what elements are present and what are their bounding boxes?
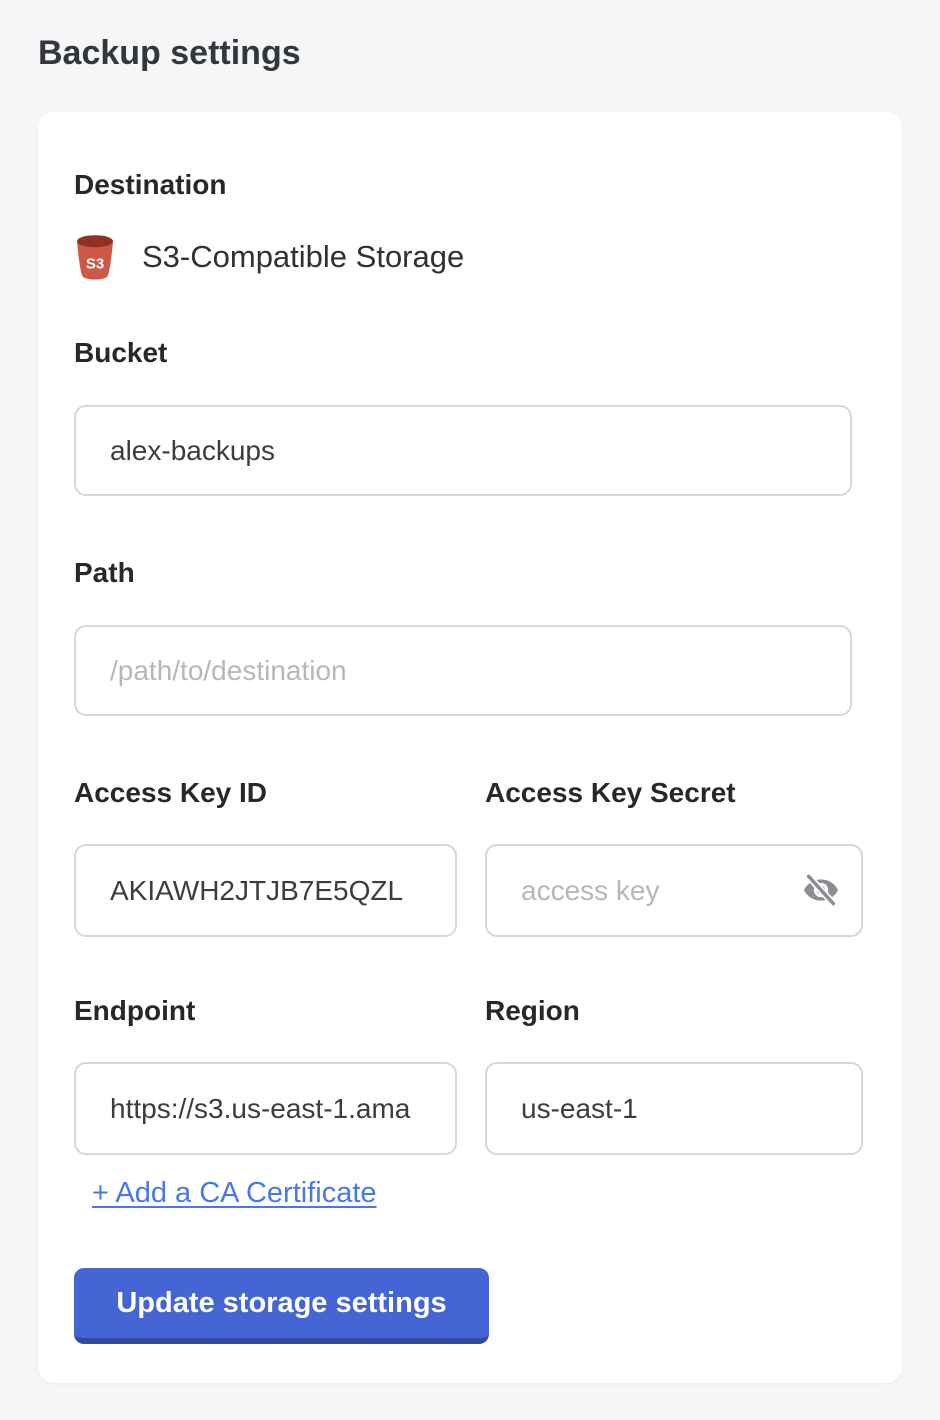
access-key-secret-column: Access Key Secret — [485, 776, 863, 937]
endpoint-column: Endpoint — [74, 994, 457, 1155]
path-input[interactable] — [74, 625, 852, 716]
region-input[interactable] — [485, 1062, 863, 1155]
backup-settings-card: Destination S3 S3-Compatible Storage Buc… — [38, 112, 902, 1383]
toggle-secret-visibility-button[interactable] — [799, 868, 843, 912]
destination-label: Destination — [74, 168, 866, 202]
bucket-input[interactable] — [74, 405, 852, 496]
s3-icon-badge-text: S3 — [86, 256, 104, 273]
access-key-id-input[interactable] — [74, 844, 457, 937]
s3-bucket-icon: S3 — [74, 234, 116, 280]
endpoint-region-row: Endpoint Region — [74, 994, 866, 1155]
access-keys-row: Access Key ID Access Key Secret — [74, 776, 866, 937]
access-key-secret-label: Access Key Secret — [485, 776, 863, 810]
access-key-id-column: Access Key ID — [74, 776, 457, 937]
destination-value: S3-Compatible Storage — [142, 239, 464, 275]
destination-row: S3 S3-Compatible Storage — [74, 234, 866, 280]
path-label: Path — [74, 556, 866, 590]
access-key-id-label: Access Key ID — [74, 776, 457, 810]
region-label: Region — [485, 994, 863, 1028]
add-ca-certificate-link[interactable]: + Add a CA Certificate — [92, 1177, 377, 1210]
region-column: Region — [485, 994, 863, 1155]
endpoint-label: Endpoint — [74, 994, 457, 1028]
eye-off-icon — [801, 870, 841, 910]
update-storage-settings-button[interactable]: Update storage settings — [74, 1268, 489, 1344]
page-title: Backup settings — [0, 0, 940, 73]
access-key-secret-field — [485, 844, 863, 937]
endpoint-input[interactable] — [74, 1062, 457, 1155]
bucket-label: Bucket — [74, 336, 866, 370]
